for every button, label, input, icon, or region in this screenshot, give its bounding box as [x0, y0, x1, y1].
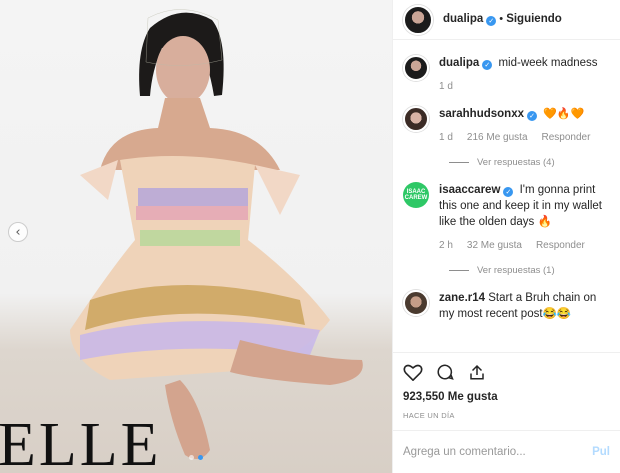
view-replies[interactable]: Ver respuestas (4)	[449, 157, 610, 168]
verified-icon: ✓	[482, 60, 493, 70]
comments-list[interactable]: dualipa ✓ mid-week madness 1 d sarahhudso…	[393, 41, 620, 352]
comment: ISAAC CAREW isaaccarew ✓ I'm gonna print …	[403, 182, 610, 251]
comment-text: 🧡🔥🧡	[543, 107, 585, 120]
comment-time[interactable]: 2 h	[439, 240, 453, 251]
chevron-left-icon[interactable]: ‹	[8, 222, 28, 242]
reply-button[interactable]: Responder	[542, 132, 591, 143]
comment-time[interactable]: 1 d	[439, 132, 453, 143]
avatar[interactable]	[403, 4, 433, 35]
share-icon[interactable]	[467, 363, 487, 381]
header-username[interactable]: dualipa	[443, 13, 483, 25]
verified-icon: ✓	[503, 187, 514, 197]
avatar[interactable]	[403, 55, 429, 81]
separator: •	[499, 13, 504, 25]
divider-line	[449, 162, 469, 163]
comment-likes[interactable]: 32 Me gusta	[467, 240, 522, 251]
following-button[interactable]: Siguiendo	[506, 13, 562, 25]
verified-icon: ✓	[486, 16, 497, 26]
post-comment-button[interactable]: Pul	[592, 446, 610, 458]
carousel-dot-active[interactable]	[198, 455, 203, 460]
add-comment-bar: Agrega un comentario... Pul	[393, 430, 620, 473]
comment-likes[interactable]: 216 Me gusta	[467, 132, 528, 143]
post-header: dualipa ✓ • Siguiendo	[393, 0, 620, 40]
comment: zane.r14 Start a Bruh chain on my most r…	[403, 290, 610, 322]
avatar[interactable]	[403, 106, 429, 132]
caption-time[interactable]: 1 d	[439, 81, 453, 92]
caption-username[interactable]: dualipa	[439, 57, 479, 69]
view-replies-label: Ver respuestas (4)	[477, 157, 555, 168]
avatar[interactable]	[403, 290, 429, 316]
verified-icon: ✓	[527, 111, 537, 121]
comment-username[interactable]: zane.r14	[439, 292, 485, 304]
comment-username[interactable]: sarahhudsonxx	[439, 108, 524, 120]
comment-username[interactable]: isaaccarew	[439, 184, 500, 196]
carousel-dot[interactable]	[189, 455, 194, 460]
comment: sarahhudsonxx ✓ 🧡🔥🧡 1 d 216 Me gusta Resp…	[403, 106, 610, 143]
brand-text: ELLE	[0, 411, 162, 473]
heart-icon[interactable]	[403, 363, 423, 381]
post-photo[interactable]: ‹ ELLE	[0, 0, 392, 473]
post-actions: 923,550 Me gusta HACE UN DÍA	[393, 352, 620, 420]
caption: dualipa ✓ mid-week madness 1 d	[403, 55, 610, 92]
reply-button[interactable]: Responder	[536, 240, 585, 251]
photo-illustration	[70, 9, 363, 459]
post-time[interactable]: HACE UN DÍA	[403, 411, 610, 420]
view-replies-label: Ver respuestas (1)	[477, 265, 555, 276]
view-replies[interactable]: Ver respuestas (1)	[449, 265, 610, 276]
comment-input[interactable]: Agrega un comentario...	[403, 446, 526, 458]
likes-count[interactable]: 923,550 Me gusta	[403, 391, 610, 403]
avatar[interactable]: ISAAC CAREW	[403, 182, 429, 208]
post-sidebar: dualipa ✓ • Siguiendo dualipa ✓ mid-week ma…	[392, 0, 620, 473]
comment-icon[interactable]	[435, 363, 455, 381]
caption-text: mid-week madness	[498, 57, 598, 69]
carousel-dots	[189, 455, 203, 460]
divider-line	[449, 270, 469, 271]
